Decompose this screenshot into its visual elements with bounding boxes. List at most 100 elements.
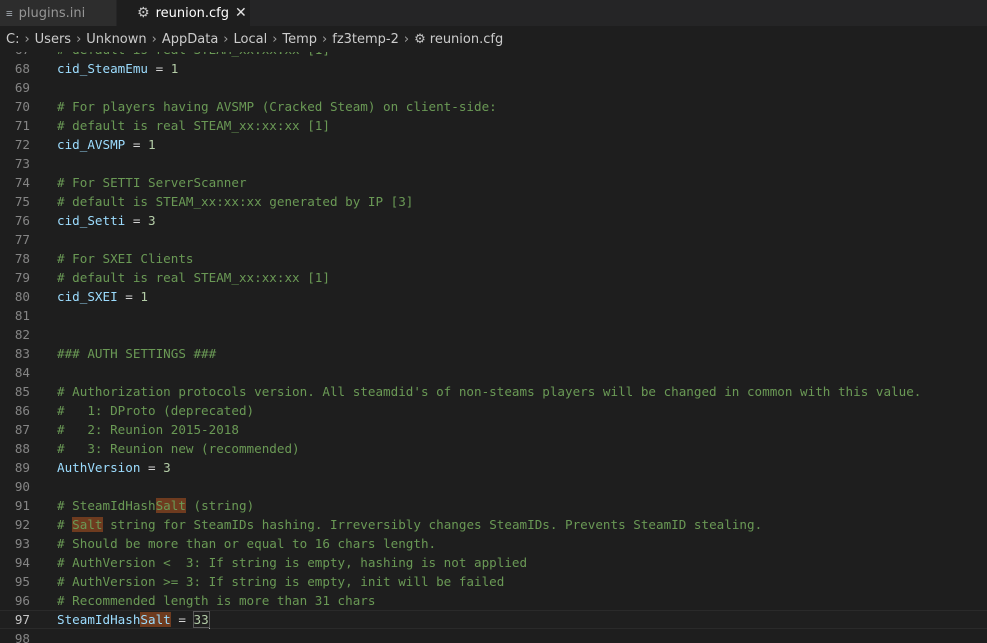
code-line[interactable]: 87 # 2: Reunion 2015-2018 (0, 420, 987, 439)
setting-value: 3 (163, 460, 171, 475)
setting-value: 33 (192, 611, 210, 628)
breadcrumb-item-appdata[interactable]: AppData (162, 32, 218, 47)
line-number: 87 (14, 422, 30, 437)
close-icon[interactable]: ✕ (235, 5, 247, 21)
line-number: 97 (14, 612, 30, 627)
code-line[interactable]: 83 ### AUTH SETTINGS ### (0, 344, 987, 363)
setting-value: 1 (140, 289, 149, 304)
line-number: 98 (14, 631, 30, 643)
code-line[interactable]: 67 # default is real STEAM_xx:xx:xx [1] (0, 52, 987, 59)
line-content: # default is real STEAM_xx:xx:xx [1] (57, 52, 330, 59)
code-line[interactable]: 94 # AuthVersion < 3: If string is empty,… (0, 553, 987, 572)
text-cursor (208, 612, 211, 629)
line-number: 67 (0, 52, 30, 59)
code-line[interactable]: 79 # default is real STEAM_xx:xx:xx [1] (0, 268, 987, 287)
comment-text: # default is real STEAM_xx:xx:xx [1] (57, 118, 330, 133)
code-line[interactable]: 73 (0, 154, 987, 173)
code-line[interactable]: 90 (0, 477, 987, 496)
breadcrumb-item-local[interactable]: Local (233, 32, 267, 47)
lines-icon: ≡ (6, 6, 13, 20)
line-number: 69 (14, 80, 30, 95)
comment-text: # default is real STEAM_xx:xx:xx [1] (57, 52, 330, 57)
code-line[interactable]: 82 (0, 325, 987, 344)
line-content: ### AUTH SETTINGS ### (57, 344, 216, 363)
code-line[interactable]: 96 # Recommended length is more than 31 c… (0, 591, 987, 610)
code-line[interactable]: 86 # 1: DProto (deprecated) (0, 401, 987, 420)
tab-reunion-cfg[interactable]: ⚙ reunion.cfg ✕ (117, 0, 251, 26)
line-content: # Salt string for SteamIDs hashing. Irre… (57, 515, 762, 534)
line-number: 91 (14, 498, 30, 513)
comment-text: # default is real STEAM_xx:xx:xx [1] (57, 270, 330, 285)
equals-sign: = (125, 137, 148, 152)
code-line[interactable]: 91 # SteamIdHashSalt (string) (0, 496, 987, 515)
setting-key: cid_SteamEmu (57, 61, 148, 76)
code-line[interactable]: 74 # For SETTI ServerScanner (0, 173, 987, 192)
code-line[interactable]: 92 # Salt string for SteamIDs hashing. Ir… (0, 515, 987, 534)
code-line[interactable]: 93 # Should be more than or equal to 16 c… (0, 534, 987, 553)
line-content: # For SETTI ServerScanner (57, 173, 247, 192)
code-line[interactable]: 85 # Authorization protocols version. All… (0, 382, 987, 401)
line-number: 77 (14, 232, 30, 247)
equals-sign: = (140, 460, 164, 475)
code-line[interactable]: 88 # 3: Reunion new (recommended) (0, 439, 987, 458)
line-content: # Recommended length is more than 31 cha… (57, 591, 375, 610)
breadcrumb-item-drive[interactable]: C: (6, 32, 19, 47)
line-number: 80 (14, 289, 30, 304)
breadcrumb-item-file[interactable]: reunion.cfg (430, 32, 503, 47)
code-line[interactable]: 71 # default is real STEAM_xx:xx:xx [1] (0, 116, 987, 135)
line-number: 94 (14, 555, 30, 570)
line-content: # 1: DProto (deprecated) (57, 401, 254, 420)
code-line[interactable]: 78 # For SXEI Clients (0, 249, 987, 268)
tab-plugins-ini[interactable]: ≡ plugins.ini (0, 0, 117, 26)
comment-text: # 2: Reunion 2015-2018 (57, 422, 239, 437)
breadcrumb-item-temp[interactable]: Temp (282, 32, 317, 47)
code-line[interactable]: 76 cid_Setti = 3 (0, 211, 987, 230)
line-number: 68 (14, 61, 30, 76)
search-highlight: Salt (72, 517, 103, 532)
line-content: cid_Setti = 3 (57, 211, 156, 230)
equals-sign: = (125, 213, 148, 228)
code-line[interactable]: 68 cid_SteamEmu = 1 (0, 59, 987, 78)
line-number: 71 (14, 118, 30, 133)
code-line[interactable]: 70 # For players having AVSMP (Cracked St… (0, 97, 987, 116)
code-line[interactable]: 95 # AuthVersion >= 3: If string is empty… (0, 572, 987, 591)
code-line[interactable]: 81 (0, 306, 987, 325)
code-line[interactable]: 97 SteamIdHashSalt = 33 (0, 610, 987, 629)
breadcrumb-item-users[interactable]: Users (35, 32, 71, 47)
line-number: 82 (14, 327, 30, 342)
code-line[interactable]: 69 (0, 78, 987, 97)
code-line[interactable]: 72 cid_AVSMP = 1 (0, 135, 987, 154)
comment-text: # (57, 517, 73, 532)
comment-text: # AuthVersion < 3: If string is empty, h… (57, 555, 528, 570)
code-line[interactable]: 98 (0, 629, 987, 643)
breadcrumb-item-unknown[interactable]: Unknown (86, 32, 146, 47)
gear-icon: ⚙ (414, 31, 426, 47)
line-number: 81 (14, 308, 30, 323)
line-content: AuthVersion = 3 (57, 458, 171, 477)
line-number: 95 (14, 574, 30, 589)
code-line[interactable]: 89 AuthVersion = 3 (0, 458, 987, 477)
line-number: 86 (14, 403, 30, 418)
line-number: 79 (14, 270, 30, 285)
editor-lines: 67 # default is real STEAM_xx:xx:xx [1] 68… (0, 52, 987, 643)
chevron-right-icon: › (24, 31, 30, 47)
line-number: 93 (14, 536, 30, 551)
comment-text: string for SteamIDs hashing. Irreversibl… (102, 517, 763, 532)
line-number: 92 (14, 517, 30, 532)
line-number: 74 (14, 175, 30, 190)
setting-value: 3 (148, 213, 156, 228)
code-line[interactable]: 77 (0, 230, 987, 249)
line-content: # SteamIdHashSalt (string) (57, 496, 254, 515)
breadcrumb-item-fz3temp[interactable]: fz3temp-2 (332, 32, 399, 47)
breadcrumb: C: › Users › Unknown › AppData › Local ›… (0, 26, 987, 52)
line-content: SteamIdHashSalt = 33 (57, 610, 211, 629)
code-editor[interactable]: 67 # default is real STEAM_xx:xx:xx [1] 68… (0, 52, 987, 643)
comment-text: ### AUTH SETTINGS ### (57, 346, 217, 361)
line-number: 96 (14, 593, 30, 608)
code-line[interactable]: 75 # default is STEAM_xx:xx:xx generated … (0, 192, 987, 211)
tab-label: reunion.cfg (155, 5, 230, 21)
line-content: # For SXEI Clients (57, 249, 193, 268)
line-number: 83 (14, 346, 30, 361)
code-line[interactable]: 80 cid_SXEI = 1 (0, 287, 987, 306)
code-line[interactable]: 84 (0, 363, 987, 382)
